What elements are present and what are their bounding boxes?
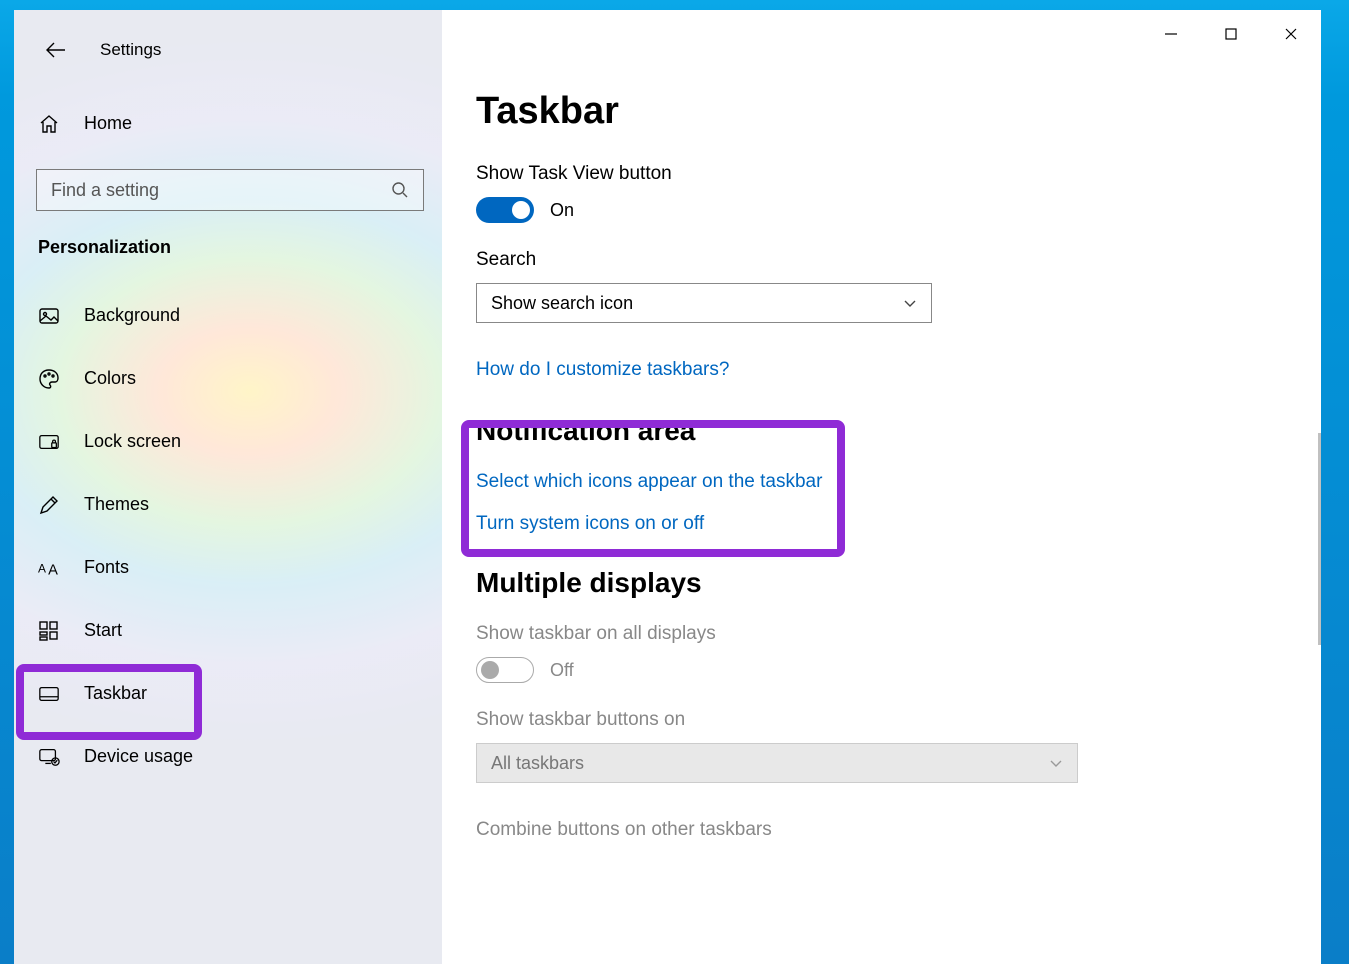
sidebar-item-fonts[interactable]: A A Fonts [14, 536, 442, 599]
sidebar-item-label: Lock screen [84, 431, 181, 452]
link-customize-taskbars[interactable]: How do I customize taskbars? [476, 359, 1261, 381]
dropdown-value: Show search icon [491, 293, 633, 314]
sidebar-item-device-usage[interactable]: Device usage [14, 725, 442, 788]
dropdown-taskbar-buttons[interactable]: All taskbars [476, 743, 1078, 783]
sidebar-item-label: Background [84, 305, 180, 326]
maximize-button[interactable] [1211, 18, 1251, 50]
maximize-icon [1224, 27, 1238, 41]
toggle-show-all-displays[interactable] [476, 657, 534, 683]
taskbar-icon [38, 683, 60, 705]
sidebar-item-label: Device usage [84, 746, 193, 767]
settings-window: Settings Home Personalization [14, 10, 1321, 964]
sidebar-item-start[interactable]: Start [14, 599, 442, 662]
home-icon [38, 113, 60, 135]
link-system-icons[interactable]: Turn system icons on or off [476, 513, 1261, 535]
sidebar-item-label: Home [84, 113, 132, 134]
chevron-down-icon [903, 296, 917, 310]
sidebar-item-label: Colors [84, 368, 136, 389]
close-button[interactable] [1271, 18, 1311, 50]
sidebar: Settings Home Personalization [14, 10, 442, 964]
sidebar-item-taskbar[interactable]: Taskbar [14, 662, 442, 725]
toggle-state: Off [550, 660, 574, 681]
setting-label-taskview: Show Task View button [476, 163, 1261, 185]
search-icon [391, 181, 409, 199]
svg-text:A: A [38, 561, 46, 575]
pencil-icon [38, 494, 60, 516]
section-multiple-displays: Multiple displays [476, 567, 1261, 599]
sidebar-category: Personalization [14, 211, 442, 270]
dropdown-value: All taskbars [491, 753, 584, 774]
font-icon: A A [38, 557, 60, 579]
sidebar-item-home[interactable]: Home [14, 96, 442, 151]
image-icon [38, 305, 60, 327]
arrow-left-icon [45, 41, 67, 59]
sidebar-item-lockscreen[interactable]: Lock screen [14, 410, 442, 473]
close-icon [1284, 27, 1298, 41]
sidebar-item-label: Fonts [84, 557, 129, 578]
back-button[interactable] [42, 36, 70, 64]
start-grid-icon [38, 620, 60, 642]
sidebar-item-background[interactable]: Background [14, 284, 442, 347]
sidebar-item-label: Themes [84, 494, 149, 515]
link-select-icons[interactable]: Select which icons appear on the taskbar [476, 471, 1261, 493]
search-box[interactable] [36, 169, 424, 211]
setting-label-buttons-on: Show taskbar buttons on [476, 709, 1261, 731]
sidebar-item-themes[interactable]: Themes [14, 473, 442, 536]
setting-label-combine: Combine buttons on other taskbars [476, 819, 1261, 841]
device-usage-icon [38, 746, 60, 768]
minimize-icon [1164, 27, 1178, 41]
toggle-taskview[interactable] [476, 197, 534, 223]
setting-label-search: Search [476, 249, 1261, 271]
minimize-button[interactable] [1151, 18, 1191, 50]
page-title: Taskbar [476, 68, 1261, 163]
sidebar-item-label: Start [84, 620, 122, 641]
search-input[interactable] [51, 180, 391, 201]
palette-icon [38, 368, 60, 390]
main-content: Taskbar Show Task View button On Search … [442, 10, 1321, 964]
chevron-down-icon [1049, 756, 1063, 770]
svg-text:A: A [48, 562, 58, 578]
app-title: Settings [100, 40, 161, 60]
lock-screen-icon [38, 431, 60, 453]
setting-label-show-all-displays: Show taskbar on all displays [476, 623, 1261, 645]
sidebar-item-label: Taskbar [84, 683, 147, 704]
toggle-state: On [550, 200, 574, 221]
dropdown-search[interactable]: Show search icon [476, 283, 932, 323]
sidebar-item-colors[interactable]: Colors [14, 347, 442, 410]
scrollbar[interactable] [1318, 433, 1321, 645]
section-notification-area: Notification area [476, 415, 1261, 447]
